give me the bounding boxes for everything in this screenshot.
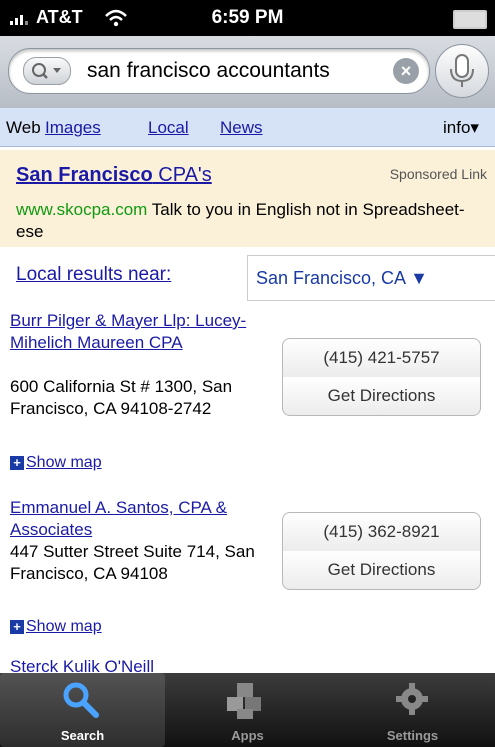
- tab-settings-label: Settings: [386, 728, 439, 743]
- result-address: 600 California St # 1300, San Francisco,…: [10, 377, 233, 418]
- search-bar: san francisco accountants ×: [0, 36, 495, 108]
- call-button[interactable]: (415) 362-8921: [282, 512, 481, 552]
- result-address: 447 Sutter Street Suite 714, San Francis…: [10, 542, 255, 583]
- local-results-link[interactable]: Local results near:: [16, 264, 171, 286]
- tab-news[interactable]: News: [220, 118, 263, 138]
- ad-url[interactable]: www.skocpa.com: [16, 200, 147, 219]
- call-button[interactable]: (415) 421-5757: [282, 338, 481, 378]
- clear-search-button[interactable]: ×: [393, 58, 419, 84]
- microphone-icon: [450, 54, 474, 87]
- plus-icon: +: [10, 620, 24, 634]
- tab-search[interactable]: Search: [0, 673, 165, 747]
- location-value: San Francisco, CA ▼: [256, 268, 428, 288]
- magnifier-icon: [32, 63, 61, 79]
- search-input[interactable]: san francisco accountants ×: [8, 48, 430, 94]
- tab-apps-label: Apps: [231, 728, 264, 743]
- tab-local[interactable]: Local: [148, 118, 189, 138]
- ad-title-link[interactable]: San Francisco CPA's: [16, 164, 212, 187]
- get-directions-button[interactable]: Get Directions: [282, 551, 481, 590]
- tab-images[interactable]: Images: [45, 118, 101, 138]
- tab-web[interactable]: Web: [6, 118, 41, 138]
- result-name-link[interactable]: Emmanuel A. Santos, CPA & Associates: [10, 497, 275, 541]
- battery-icon: [453, 10, 487, 29]
- result-name-link[interactable]: Burr Pilger & Mayer Llp: Lucey-Mihelich …: [10, 310, 275, 354]
- tab-search-label: Search: [60, 728, 105, 743]
- voice-search-button[interactable]: [435, 44, 489, 98]
- bottom-tab-bar: Search Apps Settings: [0, 673, 495, 747]
- show-map-link[interactable]: + Show map: [10, 454, 102, 472]
- get-directions-button[interactable]: Get Directions: [282, 377, 481, 416]
- search-options-button[interactable]: [23, 57, 71, 85]
- tab-settings[interactable]: Settings: [330, 673, 495, 747]
- show-map-link[interactable]: + Show map: [10, 618, 102, 636]
- sponsored-ad: San Francisco CPA's Sponsored Link www.s…: [0, 150, 495, 247]
- status-bar: AT&T 6:59 PM: [0, 0, 495, 36]
- search-icon: [63, 682, 99, 718]
- status-time: 6:59 PM: [211, 7, 284, 28]
- info-menu[interactable]: info▾: [443, 118, 479, 138]
- sponsored-label: Sponsored Link: [389, 166, 487, 182]
- apps-icon: [227, 683, 261, 719]
- search-query-text[interactable]: san francisco accountants: [87, 59, 330, 83]
- plus-icon: +: [10, 456, 24, 470]
- tab-apps[interactable]: Apps: [165, 673, 330, 747]
- gear-icon: [396, 683, 428, 715]
- search-tabs: Web Images Local News info▾: [0, 108, 495, 147]
- ad-description: www.skocpa.com Talk to you in English no…: [16, 200, 465, 241]
- location-select[interactable]: San Francisco, CA ▼: [247, 255, 495, 301]
